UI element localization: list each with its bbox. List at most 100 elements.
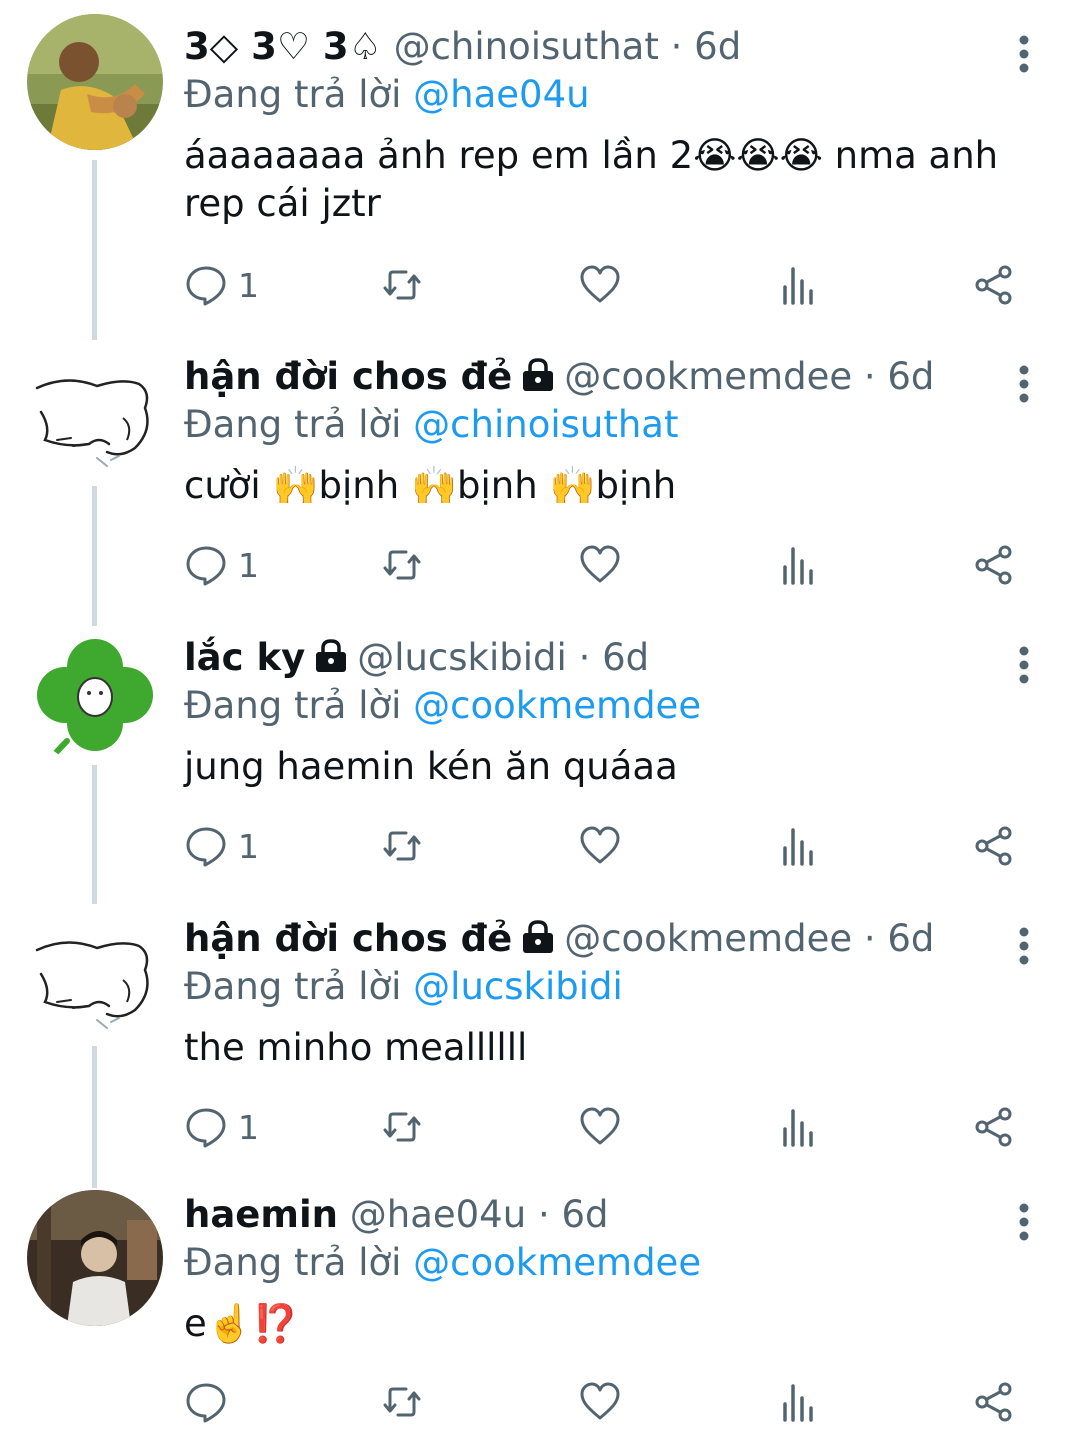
retweet-arrows-icon [383,550,421,580]
mention-link[interactable]: @hae04u [413,73,589,116]
share-button[interactable] [972,816,1016,876]
speech-bubble-icon [186,266,226,306]
separator-dot: · [863,355,876,398]
avatar[interactable] [27,14,163,150]
like-button[interactable] [578,1097,622,1157]
tweet-text: the minho meallllll [184,1026,528,1069]
share-button[interactable] [972,1097,1016,1157]
photo-person-avatar [27,14,163,150]
mention-link[interactable]: @cookmemdee [413,1241,701,1284]
bar-chart-icon [783,267,813,305]
retweet-arrows-icon [383,1112,421,1142]
replying-to-label: Đang trả lời [184,73,402,116]
replying-to-line: Đang trả lời @cookmemdee [184,1238,701,1288]
tweet-text: áaaaaaaa ảnh rep em lần 2😭😭😭 nma anh rep… [184,134,999,225]
tweet[interactable]: hận đời chos đẻ @cookmemdee · 6d Đang trả… [0,910,1080,1174]
views-button[interactable] [776,816,820,876]
mention-link[interactable]: @chinoisuthat [413,403,678,446]
more-options-button[interactable] [1004,30,1044,78]
mention-link[interactable]: @cookmemdee [413,684,701,727]
retweet-button[interactable] [380,255,424,315]
avatar[interactable] [27,629,163,765]
heart-icon [580,265,620,303]
reply-button[interactable]: 1 [184,255,259,315]
views-button[interactable] [776,255,820,315]
retweet-button[interactable] [380,1097,424,1157]
timestamp[interactable]: 6d [887,917,934,960]
retweet-button[interactable] [380,535,424,595]
vertical-dots-icon [1019,646,1029,684]
tweet[interactable]: haemin @hae04u · 6d Đang trả lời @cookme… [0,1190,1080,1440]
lock-icon [518,917,558,957]
like-button[interactable] [578,255,622,315]
user-handle[interactable]: @cookmemdee [564,917,852,960]
reply-button[interactable]: 1 [184,1097,259,1157]
timestamp[interactable]: 6d [561,1193,608,1236]
views-button[interactable] [776,1372,820,1432]
reply-button[interactable]: 1 [184,816,259,876]
replying-to-label: Đang trả lời [184,684,402,727]
retweet-arrows-icon [383,270,421,300]
like-button[interactable] [578,1372,622,1432]
four-leaf-clover-avatar [27,629,163,765]
replying-to-line: Đang trả lời @lucskibidi [184,962,623,1012]
more-options-button[interactable] [1004,360,1044,408]
user-handle[interactable]: @chinoisuthat [394,25,659,68]
share-button[interactable] [972,1372,1016,1432]
display-name[interactable]: hận đời chos đẻ [184,355,512,398]
action-bar: 1 [184,535,1044,595]
bar-chart-icon [783,1109,813,1147]
reply-count: 1 [238,826,259,866]
avatar[interactable] [27,348,163,484]
action-bar: 1 [184,816,1044,876]
views-button[interactable] [776,1097,820,1157]
share-nodes-icon [975,545,1012,585]
more-options-button[interactable] [1004,641,1044,689]
bar-chart-icon [783,1384,813,1422]
views-button[interactable] [776,535,820,595]
reply-count: 1 [238,545,259,585]
share-nodes-icon [975,1382,1012,1422]
action-bar [184,1372,1044,1432]
action-bar: 1 [184,255,1044,315]
speech-bubble-icon [186,546,226,586]
user-handle[interactable]: @lucskibidi [357,636,567,679]
reply-button[interactable]: 1 [184,535,259,595]
share-button[interactable] [972,535,1016,595]
like-button[interactable] [578,535,622,595]
replying-to-line: Đang trả lời @chinoisuthat [184,400,678,450]
display-name[interactable]: 3◇ 3♡ 3♤ [184,25,382,68]
display-name[interactable]: haemin [184,1193,338,1236]
vertical-dots-icon [1019,365,1029,403]
display-name[interactable]: hận đời chos đẻ [184,917,512,960]
retweet-button[interactable] [380,816,424,876]
timestamp[interactable]: 6d [694,25,741,68]
mention-link[interactable]: @lucskibidi [413,965,623,1008]
avatar[interactable] [27,910,163,1046]
more-options-button[interactable] [1004,922,1044,970]
replying-to-label: Đang trả lời [184,1241,402,1284]
tweet[interactable]: 3◇ 3♡ 3♤ @chinoisuthat · 6d Đang trả lời… [0,14,1080,322]
share-nodes-icon [975,265,1012,305]
heart-icon [580,1107,620,1145]
share-button[interactable] [972,255,1016,315]
timestamp[interactable]: 6d [602,636,649,679]
user-handle[interactable]: @hae04u [350,1193,526,1236]
bar-chart-icon [783,547,813,585]
retweet-arrows-icon [383,831,421,861]
photo-person-avatar [27,1190,163,1326]
reply-button[interactable] [184,1372,238,1432]
tweet[interactable]: hận đời chos đẻ @cookmemdee · 6d Đang trả… [0,348,1080,612]
more-options-button[interactable] [1004,1198,1044,1246]
avatar[interactable] [27,1190,163,1326]
replying-to-line: Đang trả lời @hae04u [184,70,590,120]
retweet-button[interactable] [380,1372,424,1432]
user-handle[interactable]: @cookmemdee [564,355,852,398]
display-name[interactable]: lắc ky [184,636,305,679]
share-nodes-icon [975,1107,1012,1147]
tweet[interactable]: lắc ky @lucskibidi · 6d Đang trả lời @coo… [0,629,1080,893]
like-button[interactable] [578,816,622,876]
speech-bubble-icon [186,827,226,867]
heart-icon [580,1382,620,1420]
timestamp[interactable]: 6d [887,355,934,398]
